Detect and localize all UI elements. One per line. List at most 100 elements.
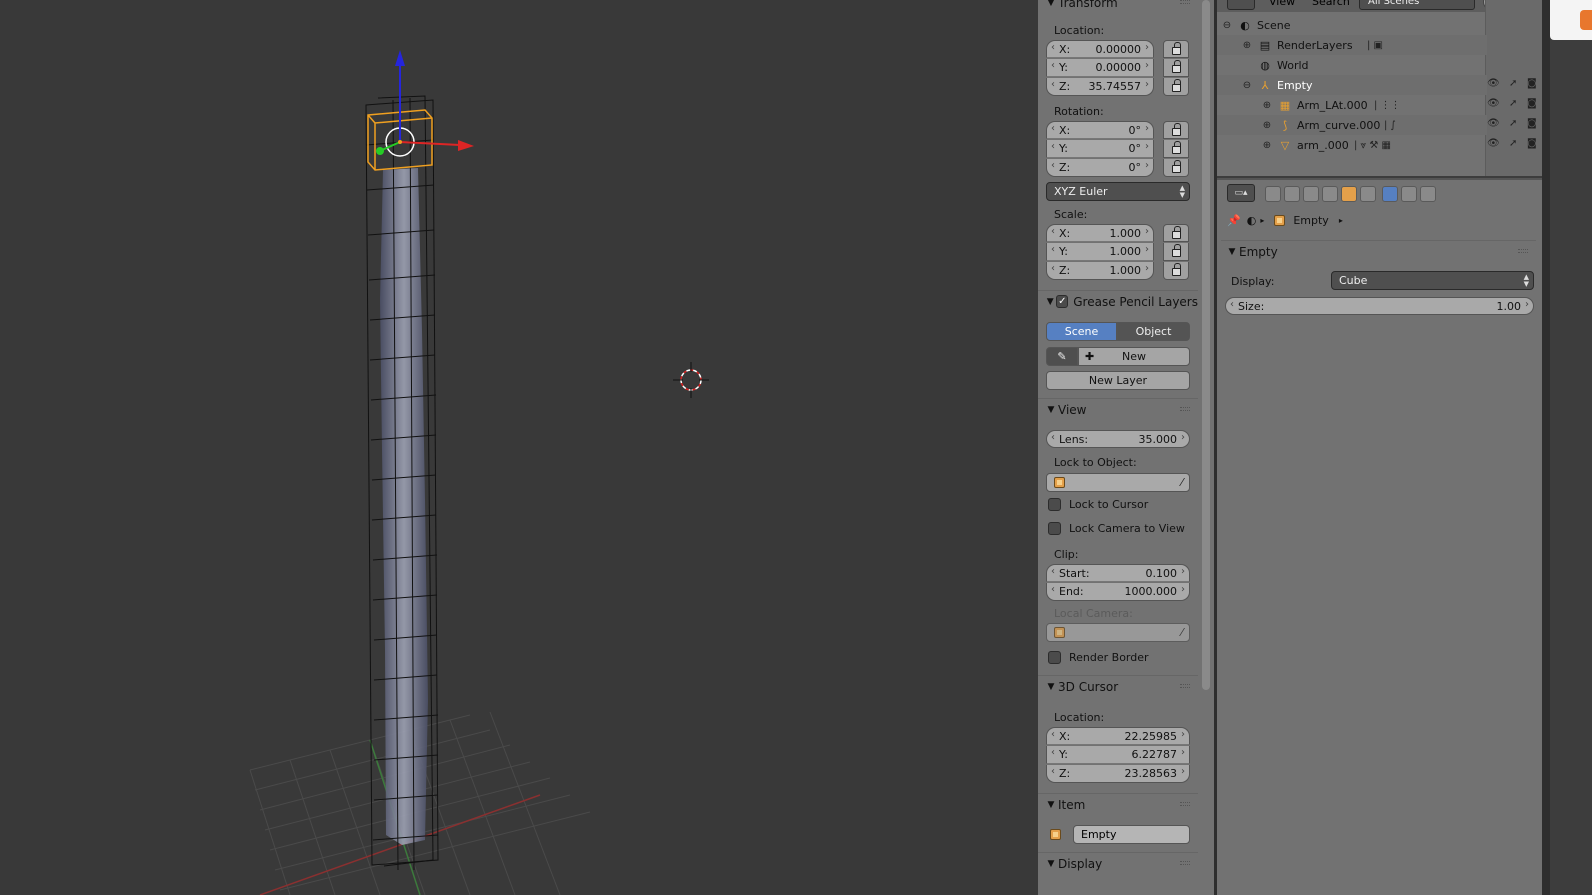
render-camera-icon[interactable]: ◙ [1527, 138, 1537, 149]
collapse-icon[interactable]: ⊖ [1241, 80, 1253, 91]
world-tab-icon[interactable] [1322, 186, 1338, 202]
y-arrow-head[interactable] [376, 147, 384, 155]
cursor-x-field[interactable]: X:22.25985 [1046, 727, 1190, 745]
z-arrow-head[interactable] [395, 50, 405, 66]
lock-rotation-x-button[interactable] [1163, 121, 1189, 139]
physics-tab-icon[interactable] [1420, 186, 1436, 202]
outliner-row-arm-curve[interactable]: ⊕ ⟆ Arm_curve.000 | ∫ [1217, 115, 1487, 135]
visibility-eye-icon[interactable]: 👁 [1487, 138, 1500, 149]
select-arrow-icon[interactable]: ➚ [1509, 118, 1517, 129]
outliner-row-scene[interactable]: ⊖ ◐ Scene [1217, 15, 1487, 35]
collapse-icon[interactable]: ⊖ [1221, 20, 1233, 31]
gp-scene-tab[interactable]: Scene [1046, 322, 1117, 341]
render-tab-icon[interactable] [1265, 186, 1281, 202]
lock-location-x-button[interactable] [1163, 40, 1189, 58]
visibility-eye-icon[interactable]: 👁 [1487, 78, 1500, 89]
arm-mesh[interactable] [380, 168, 428, 845]
expand-icon[interactable]: ⊕ [1261, 140, 1273, 151]
shelf-scrollbar[interactable] [1200, 0, 1214, 895]
lock-rotation-z-button[interactable] [1163, 159, 1189, 177]
mesh-icon: ▽ [1280, 138, 1290, 152]
empty-size-field[interactable]: Size:1.00 [1225, 297, 1534, 315]
view-menu[interactable]: View [1269, 0, 1295, 8]
outliner-row-arm-mesh[interactable]: ⊕ ▽ arm_.000 | ⩔ ⚒ ▦ [1217, 135, 1487, 155]
outliner-row-arm-lattice[interactable]: ⊕ ▦ Arm_LAt.000 | ⋮⋮ [1217, 95, 1487, 115]
x-arrow-head[interactable] [458, 140, 474, 151]
visibility-eye-icon[interactable]: 👁 [1487, 98, 1500, 109]
rotation-mode-dropdown[interactable]: XYZ Euler ▲ ▼ [1046, 182, 1190, 201]
editor-type-button[interactable]: ▭▴ [1227, 184, 1255, 202]
3d-cursor[interactable] [673, 362, 709, 398]
object-cube-icon [1054, 477, 1065, 488]
outliner-row-renderlayers[interactable]: ⊕ ▤ RenderLayers | ▣ [1217, 35, 1487, 55]
lock-to-cursor-checkbox[interactable]: Lock to Cursor [1048, 498, 1148, 511]
expand-icon[interactable]: ⊕ [1261, 100, 1273, 111]
lock-scale-x-button[interactable] [1163, 224, 1189, 242]
empty-panel-header[interactable]: ▼ Empty [1221, 240, 1536, 262]
outliner-row-world[interactable]: ◍ World [1217, 55, 1487, 75]
x-arrow-line[interactable] [399, 141, 461, 146]
outliner-row-empty[interactable]: ⊖ ⅄ Empty [1217, 75, 1487, 95]
lock-location-y-button[interactable] [1163, 59, 1189, 77]
object-data-tab-icon[interactable] [1382, 186, 1398, 202]
grease-pencil-checkbox[interactable]: ✓ [1056, 295, 1069, 308]
view-panel-header[interactable]: ▼ View [1038, 398, 1198, 420]
search-menu[interactable]: Search [1312, 0, 1350, 8]
gp-new-button[interactable]: ✚ New [1078, 347, 1190, 366]
expand-icon[interactable]: ⊕ [1261, 120, 1273, 131]
lock-scale-y-button[interactable] [1163, 243, 1189, 261]
lock-rotation-y-button[interactable] [1163, 140, 1189, 158]
rotation-x-field[interactable]: X:0° [1046, 121, 1154, 139]
display-panel-header[interactable]: ▼ Display [1038, 852, 1198, 874]
gp-new-layer-button[interactable]: New Layer [1046, 371, 1190, 390]
transform-panel-header[interactable]: ▼ Transform [1038, 0, 1198, 14]
scene-tab-icon[interactable] [1303, 186, 1319, 202]
item-panel-header[interactable]: ▼ Item [1038, 793, 1198, 815]
expand-icon[interactable]: ⊕ [1241, 40, 1253, 51]
lock-scale-z-button[interactable] [1163, 262, 1189, 280]
scale-x-field[interactable]: X:1.000 [1046, 224, 1154, 242]
visibility-eye-icon[interactable]: 👁 [1487, 118, 1500, 129]
texture-tab-icon[interactable] [1401, 186, 1417, 202]
3d-cursor-panel-header[interactable]: ▼ 3D Cursor [1038, 675, 1198, 697]
lock-camera-to-view-checkbox[interactable]: Lock Camera to View [1048, 522, 1185, 535]
lock-to-object-field[interactable]: ⁄ [1046, 473, 1190, 492]
select-arrow-icon[interactable]: ➚ [1509, 78, 1517, 89]
empty-display-dropdown[interactable]: Cube ▲ ▼ [1331, 271, 1534, 290]
editor-type-button[interactable] [1227, 0, 1255, 10]
scale-z-field[interactable]: Z:1.000 [1046, 262, 1154, 280]
render-camera-icon[interactable]: ◙ [1527, 98, 1537, 109]
grease-pencil-panel-header[interactable]: ▼ ✓ Grease Pencil Layers [1038, 290, 1198, 312]
scale-y-field[interactable]: Y:1.000 [1046, 243, 1154, 261]
cursor-y-field[interactable]: Y:6.22787 [1046, 746, 1190, 764]
lock-icon [1171, 263, 1181, 276]
location-z-field[interactable]: Z:35.74557 [1046, 78, 1154, 96]
3d-viewport[interactable] [0, 0, 1038, 895]
cursor-z-field[interactable]: Z:23.28563 [1046, 765, 1190, 783]
object-cube-icon [1050, 829, 1061, 840]
rotation-y-field[interactable]: Y:0° [1046, 140, 1154, 158]
scenes-dropdown[interactable]: All Scenes [1359, 0, 1475, 10]
clip-end-field[interactable]: End:1000.000 [1046, 583, 1190, 601]
render-layers-tab-icon[interactable] [1284, 186, 1300, 202]
clip-start-field[interactable]: Start:0.100 [1046, 564, 1190, 582]
render-border-checkbox[interactable]: Render Border [1048, 651, 1149, 664]
gp-datablock-selector[interactable]: ✎ [1046, 347, 1078, 366]
select-arrow-icon[interactable]: ➚ [1509, 138, 1517, 149]
pin-icon[interactable]: 📌 [1227, 214, 1241, 227]
object-tab-icon[interactable] [1341, 186, 1357, 202]
item-name-field[interactable]: Empty [1073, 825, 1190, 844]
constraints-tab-icon[interactable] [1360, 186, 1376, 202]
notification-tab[interactable] [1550, 0, 1592, 40]
location-x-field[interactable]: X:0.00000 [1046, 40, 1154, 58]
render-camera-icon[interactable]: ◙ [1527, 118, 1537, 129]
rotation-z-field[interactable]: Z:0° [1046, 159, 1154, 177]
location-y-field[interactable]: Y:0.00000 [1046, 59, 1154, 77]
gp-object-tab[interactable]: Object [1117, 322, 1190, 341]
lens-field[interactable]: Lens:35.000 [1046, 430, 1190, 448]
eyedropper-icon[interactable]: ⁄ [1181, 476, 1183, 489]
select-arrow-icon[interactable]: ➚ [1509, 98, 1517, 109]
rotation-label: Rotation: [1054, 105, 1104, 118]
lock-location-z-button[interactable] [1163, 78, 1189, 96]
render-camera-icon[interactable]: ◙ [1527, 78, 1537, 89]
